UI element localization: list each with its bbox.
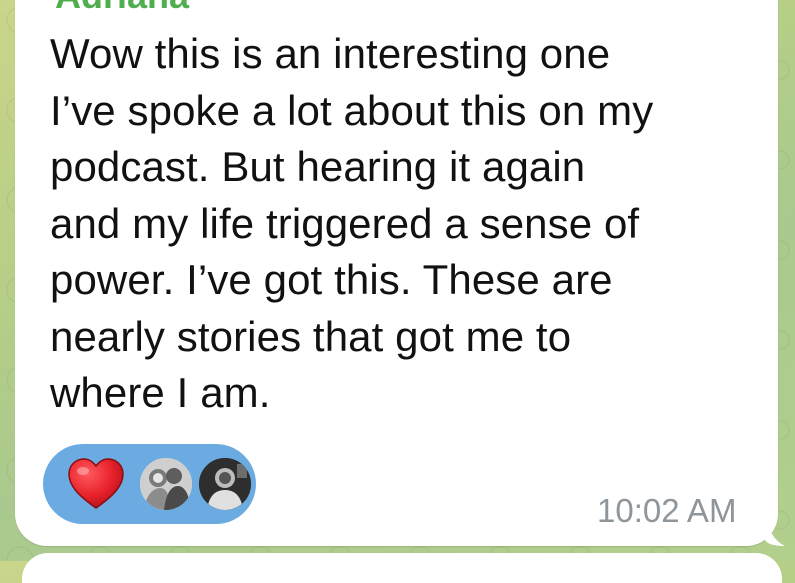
bubble-tail bbox=[765, 510, 785, 546]
next-message-bubble[interactable] bbox=[22, 553, 782, 583]
red-heart-icon bbox=[68, 458, 124, 509]
message-line: power. I’ve got this. These are bbox=[50, 256, 613, 303]
avatar-photo-1 bbox=[140, 458, 192, 510]
message-text: Wow this is an interesting one I’ve spok… bbox=[50, 26, 750, 422]
message-line: I’ve spoke a lot about this on my bbox=[50, 86, 654, 134]
message-line: and my life triggered a sense of bbox=[50, 199, 640, 247]
message-line: nearly stories that got me to bbox=[50, 312, 572, 360]
avatar-photo-2 bbox=[199, 458, 251, 510]
message-line: Wow this is an interesting one bbox=[50, 30, 611, 77]
avatar-reactor-2[interactable] bbox=[197, 456, 253, 512]
avatar-reactor-1[interactable] bbox=[138, 456, 194, 512]
sender-name[interactable]: Adriana bbox=[55, 0, 189, 14]
message-line: where I am. bbox=[50, 369, 271, 416]
message-line: podcast. But hearing it again bbox=[50, 143, 586, 190]
reaction-pill[interactable] bbox=[43, 444, 256, 524]
message-timestamp: 10:02 AM bbox=[597, 492, 737, 529]
